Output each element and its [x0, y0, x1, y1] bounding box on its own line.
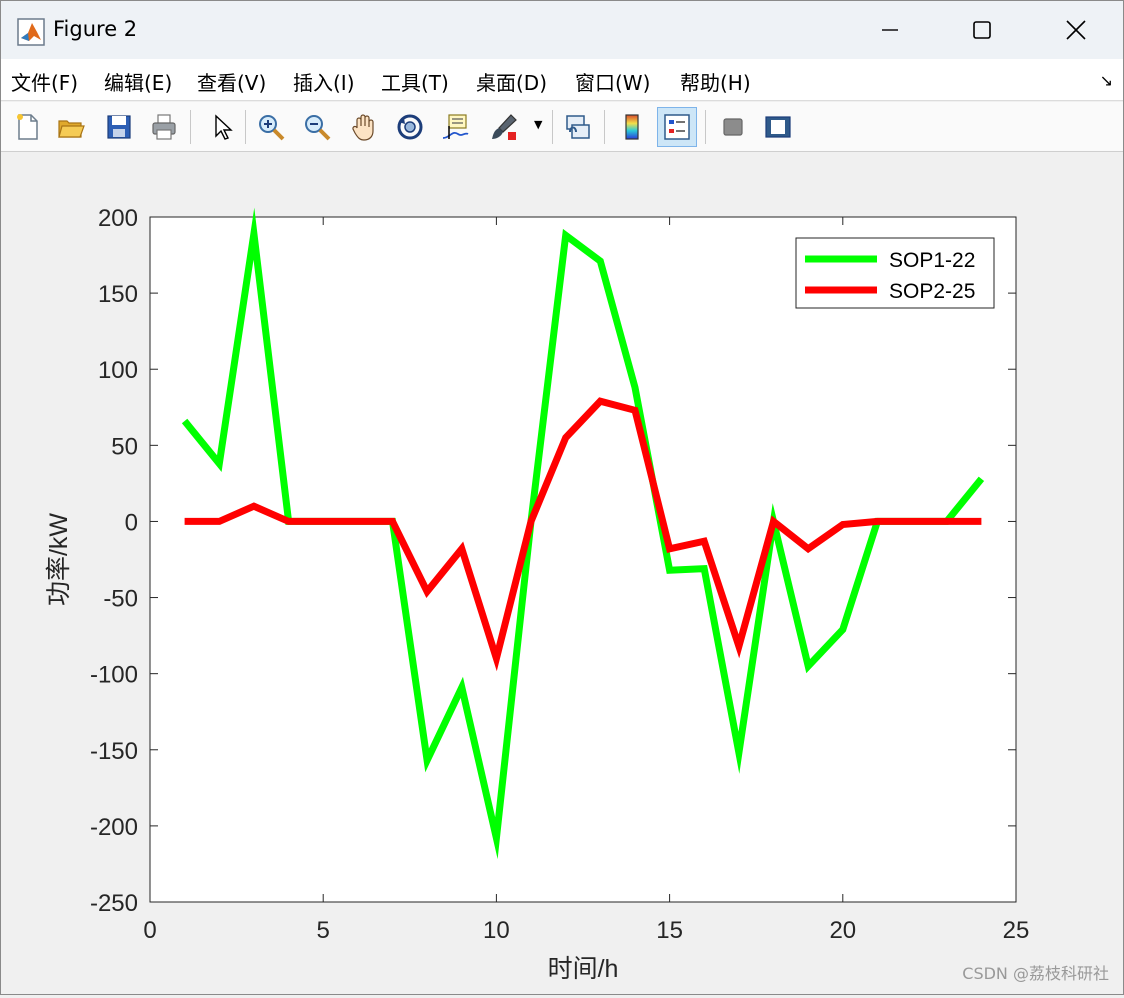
menu-help[interactable]: 帮助(H) — [680, 67, 751, 96]
menu-bar: 文件(F) 编辑(E) 查看(V) 插入(I) 工具(T) 桌面(D) 窗口(W… — [1, 59, 1123, 101]
title-bar[interactable]: Figure 2 — [1, 1, 1123, 59]
brush-button[interactable] — [484, 107, 524, 147]
rotate-3d-icon — [397, 114, 423, 140]
menu-edit[interactable]: 编辑(E) — [104, 67, 172, 96]
matlab-logo-icon — [17, 18, 45, 46]
legend-label: SOP2-25 — [889, 280, 975, 303]
minimize-icon — [882, 29, 898, 31]
zoom-out-button[interactable] — [297, 107, 337, 147]
open-file-button[interactable] — [51, 107, 91, 147]
toolbar-separator — [705, 110, 706, 144]
menu-window[interactable]: 窗口(W) — [575, 67, 650, 96]
menu-desktop[interactable]: 桌面(D) — [476, 67, 547, 96]
close-icon — [1066, 20, 1086, 40]
pan-hand-icon — [352, 114, 374, 141]
menu-view[interactable]: 查看(V) — [197, 67, 266, 96]
show-plot-tools-button[interactable] — [758, 107, 798, 147]
y-tick-label: -100 — [90, 662, 138, 689]
open-file-icon — [58, 120, 85, 138]
maximize-icon — [973, 21, 991, 39]
menu-file[interactable]: 文件(F) — [11, 67, 78, 96]
y-axis-label: 功率/kW — [45, 513, 73, 606]
link-plot-button[interactable] — [558, 107, 598, 147]
y-tick-label: 150 — [98, 281, 138, 308]
figure-toolbar: ▼ — [1, 102, 1123, 152]
y-tick-label: -250 — [90, 890, 138, 917]
line-chart[interactable]: 0 5 10 15 20 25 200 150 100 50 0 -50 -100 -150 -200 -25… — [1, 153, 1123, 994]
toolbar-separator — [604, 110, 605, 144]
y-tick-label: -200 — [90, 814, 138, 841]
pointer-icon — [215, 114, 233, 140]
zoom-out-icon — [305, 115, 331, 141]
x-tick-label: 0 — [143, 917, 156, 944]
link-plot-icon — [566, 115, 590, 139]
legend-label: SOP1-22 — [889, 249, 975, 272]
x-axis-label: 时间/h — [548, 955, 619, 983]
data-cursor-button[interactable] — [435, 107, 475, 147]
legend-icon — [664, 114, 690, 140]
x-tick-label: 15 — [656, 917, 683, 944]
zoom-in-icon — [259, 115, 285, 141]
new-figure-button[interactable] — [7, 107, 47, 147]
zoom-in-button[interactable] — [251, 107, 291, 147]
save-icon — [107, 115, 131, 139]
y-tick-label: 0 — [125, 509, 138, 536]
pan-button[interactable] — [344, 107, 384, 147]
dock-arrow-icon[interactable]: ↘ — [1100, 71, 1113, 90]
new-figure-icon — [17, 114, 38, 140]
legend-button[interactable] — [657, 107, 697, 147]
x-tick-label: 25 — [1003, 917, 1030, 944]
data-cursor-icon — [442, 114, 469, 139]
window-title: Figure 2 — [53, 17, 138, 41]
show-plot-tools-icon — [765, 116, 791, 138]
y-tick-label: 100 — [98, 357, 138, 384]
figure-canvas: 0 5 10 15 20 25 200 150 100 50 0 -50 -100 -150 -200 -25… — [1, 153, 1123, 994]
toolbar-separator — [552, 110, 553, 144]
y-tick-label: -50 — [103, 586, 138, 613]
toolbar-separator — [190, 110, 191, 144]
plot-area — [149, 216, 1017, 903]
pointer-button[interactable] — [201, 107, 241, 147]
hide-plot-tools-icon — [723, 118, 743, 136]
hide-plot-tools-button[interactable] — [713, 107, 753, 147]
figure-window: Figure 2 文件(F) 编辑(E) 查看(V) 插入(I) 工具(T) 桌… — [0, 0, 1124, 995]
toolbar-separator — [245, 110, 246, 144]
menu-insert[interactable]: 插入(I) — [293, 67, 355, 96]
colorbar-icon — [625, 114, 639, 140]
rotate-3d-button[interactable] — [390, 107, 430, 147]
y-tick-label: 200 — [98, 205, 138, 232]
brush-dropdown-icon[interactable]: ▼ — [534, 118, 542, 131]
print-icon — [152, 114, 176, 140]
x-tick-label: 5 — [317, 917, 330, 944]
minimize-button[interactable] — [867, 7, 913, 53]
y-tick-label: -150 — [90, 738, 138, 765]
y-tick-label: 50 — [111, 433, 138, 460]
x-tick-label: 20 — [829, 917, 856, 944]
watermark: CSDN @荔枝科研社 — [962, 964, 1109, 983]
close-button[interactable] — [1053, 7, 1099, 53]
colorbar-button[interactable] — [612, 107, 652, 147]
x-tick-label: 10 — [483, 917, 510, 944]
maximize-button[interactable] — [959, 7, 1005, 53]
save-button[interactable] — [99, 107, 139, 147]
menu-tools[interactable]: 工具(T) — [381, 67, 449, 96]
brush-icon — [492, 114, 517, 140]
print-button[interactable] — [144, 107, 184, 147]
